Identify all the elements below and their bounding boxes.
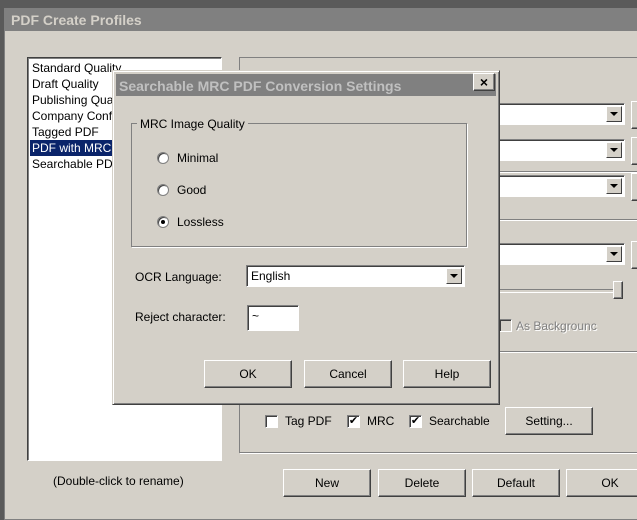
reject-character-value: ~ <box>252 309 260 323</box>
chevron-down-icon[interactable] <box>606 142 622 158</box>
profile-item-draft-quality[interactable]: Draft Quality <box>30 76 101 92</box>
mrc-label: MRC <box>367 414 395 428</box>
radio-lossless[interactable] <box>157 216 169 228</box>
dialog-title: Searchable MRC PDF Conversion Settings <box>116 74 496 96</box>
quality-group-label: MRC Image Quality <box>137 117 248 131</box>
quality-slider-track[interactable] <box>499 289 623 293</box>
dialog-ok-button[interactable]: OK <box>204 360 292 388</box>
dialog-title-text: Searchable MRC PDF Conversion Settings <box>119 78 402 94</box>
delete-button[interactable]: Delete <box>378 469 466 497</box>
ok-button[interactable]: OK <box>566 469 637 497</box>
profile-item-tagged-pdf[interactable]: Tagged PDF <box>30 124 101 140</box>
as-background-checkbox[interactable] <box>499 319 512 332</box>
chevron-down-icon[interactable] <box>446 268 462 284</box>
tag-pdf-label: Tag PDF <box>285 414 332 428</box>
profile-item-publishing-quality[interactable]: Publishing Qua <box>30 92 115 108</box>
checkmark-icon: ✔ <box>410 415 421 427</box>
new-button[interactable]: New <box>283 469 371 497</box>
searchable-label: Searchable <box>429 414 490 428</box>
ocr-language-select[interactable]: English <box>246 265 465 287</box>
chevron-down-icon[interactable] <box>606 246 622 262</box>
radio-minimal[interactable] <box>157 152 169 164</box>
checkmark-icon: ✔ <box>348 415 359 427</box>
dialog-cancel-button[interactable]: Cancel <box>304 360 392 388</box>
chevron-down-icon[interactable] <box>606 106 622 122</box>
chevron-down-icon[interactable] <box>606 178 622 194</box>
radio-minimal-label: Minimal <box>177 151 219 165</box>
reject-character-input[interactable]: ~ <box>247 305 299 331</box>
searchable-checkbox[interactable]: ✔ <box>409 415 422 428</box>
rename-hint: (Double-click to rename) <box>53 474 184 488</box>
setting-button[interactable]: Setting... <box>505 407 593 435</box>
default-button[interactable]: Default <box>472 469 560 497</box>
as-background-label: As Backgrounc <box>516 319 597 333</box>
tag-pdf-checkbox[interactable] <box>265 415 278 428</box>
profile-item-searchable-pdf[interactable]: Searchable PD <box>30 156 115 172</box>
side-button-3[interactable] <box>631 173 637 201</box>
profile-item-standard-quality[interactable]: Standard Quality <box>30 60 123 76</box>
quality-slider-thumb[interactable] <box>613 281 623 299</box>
mrc-settings-dialog: Searchable MRC PDF Conversion Settings ×… <box>112 70 500 405</box>
radio-selected-dot <box>161 220 165 224</box>
reject-character-label: Reject character: <box>135 310 226 324</box>
profile-item-pdf-with-mrc[interactable]: PDF with MRC <box>30 140 114 156</box>
side-button-2[interactable] <box>631 137 637 165</box>
window-title: PDF Create Profiles <box>5 9 637 31</box>
ocr-language-label: OCR Language: <box>135 270 222 284</box>
side-button-1[interactable] <box>631 101 637 129</box>
profile-item-company-conf[interactable]: Company Conf <box>30 108 114 124</box>
close-icon[interactable]: × <box>473 73 495 91</box>
mrc-checkbox[interactable]: ✔ <box>347 415 360 428</box>
radio-good[interactable] <box>157 184 169 196</box>
dialog-help-button[interactable]: Help <box>403 360 491 388</box>
ocr-language-value: English <box>251 269 291 283</box>
radio-good-label: Good <box>177 183 207 197</box>
side-button-4[interactable] <box>631 241 637 269</box>
radio-lossless-label: Lossless <box>177 215 224 229</box>
